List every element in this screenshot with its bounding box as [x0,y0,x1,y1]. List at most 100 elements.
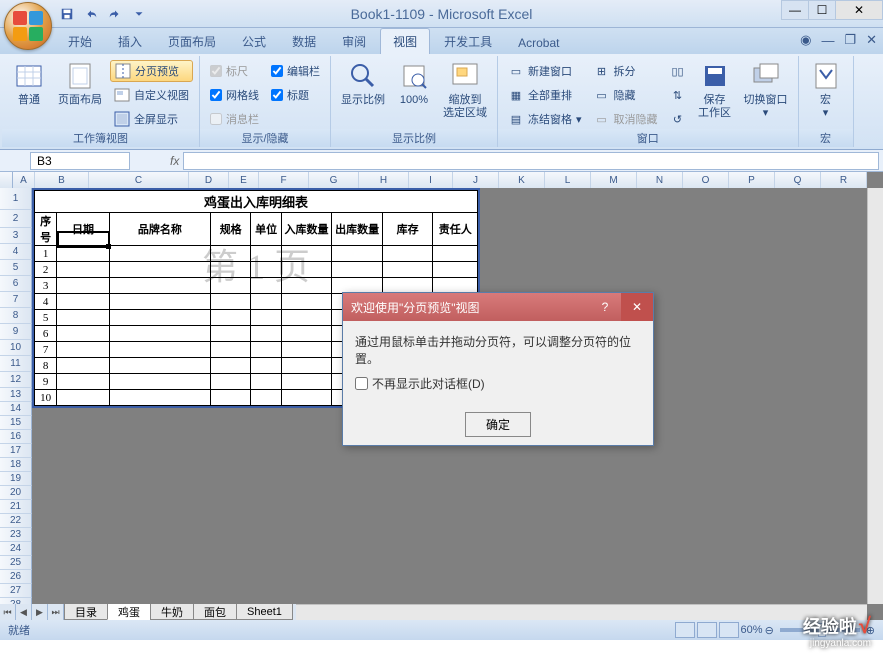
row-header-6[interactable]: 6 [0,276,32,292]
close-button[interactable]: ✕ [835,0,883,20]
cell[interactable] [281,262,332,278]
cell[interactable] [251,374,281,390]
tab-nav-prev[interactable]: ◀ [16,604,32,620]
col-header-I[interactable]: I [409,172,453,188]
cell[interactable] [382,246,433,262]
gridlines-checkbox[interactable]: 网格线 [206,84,263,106]
dont-show-checkbox[interactable]: 不再显示此对话框(D) [355,375,641,392]
col-header-L[interactable]: L [545,172,591,188]
doc-restore-icon[interactable]: ❐ [844,32,856,48]
freeze-panes-button[interactable]: ▤冻结窗格 ▾ [504,108,586,130]
zoom-out-button[interactable]: ⊖ [765,624,774,637]
row-header-20[interactable]: 20 [0,486,32,500]
tab-developer[interactable]: 开发工具 [432,29,504,54]
cell[interactable] [433,246,478,262]
cell[interactable] [251,326,281,342]
cell-seq[interactable]: 8 [35,358,57,374]
row-header-19[interactable]: 19 [0,472,32,486]
headings-checkbox[interactable]: 标题 [267,84,324,106]
zoom-button[interactable]: 显示比例 [337,58,389,109]
col-header-Q[interactable]: Q [775,172,821,188]
cell[interactable] [332,246,383,262]
cell[interactable] [109,310,210,326]
cell[interactable] [281,326,332,342]
cell[interactable] [281,310,332,326]
cell[interactable] [382,262,433,278]
dialog-ok-button[interactable]: 确定 [465,412,531,437]
office-button[interactable] [4,2,52,50]
cell[interactable] [251,262,281,278]
normal-view-button[interactable]: 普通 [8,58,50,109]
row-header-22[interactable]: 22 [0,514,32,528]
cell-seq[interactable]: 7 [35,342,57,358]
cell[interactable] [210,278,250,294]
row-header-17[interactable]: 17 [0,444,32,458]
hide-button[interactable]: ▭隐藏 [590,84,662,106]
cell[interactable] [210,246,250,262]
row-header-10[interactable]: 10 [0,340,32,356]
tab-data[interactable]: 数据 [280,29,328,54]
row-header-25[interactable]: 25 [0,556,32,570]
col-header-C[interactable]: C [89,172,189,188]
zoom-100-button[interactable]: 100% [393,58,435,109]
cell[interactable] [433,262,478,278]
tab-view[interactable]: 视图 [380,28,430,54]
switch-windows-button[interactable]: 切换窗口▾ [740,58,792,122]
cell[interactable] [210,310,250,326]
col-header-G[interactable]: G [309,172,359,188]
row-header-1[interactable]: 1 [0,188,32,210]
col-header-A[interactable]: A [13,172,35,188]
row-header-24[interactable]: 24 [0,542,32,556]
formula-bar-checkbox[interactable]: 编辑栏 [267,60,324,82]
cell[interactable] [210,374,250,390]
tab-nav-last[interactable]: ⏭ [48,604,64,620]
cell[interactable] [210,390,250,406]
tab-acrobat[interactable]: Acrobat [506,32,571,54]
cell-seq[interactable]: 1 [35,246,57,262]
cell[interactable] [57,310,110,326]
cell[interactable] [210,342,250,358]
col-header-H[interactable]: H [359,172,409,188]
cell[interactable] [251,278,281,294]
row-header-3[interactable]: 3 [0,228,32,244]
cell[interactable] [251,310,281,326]
col-header-J[interactable]: J [453,172,499,188]
cell[interactable] [57,278,110,294]
cell[interactable] [57,246,110,262]
row-header-26[interactable]: 26 [0,570,32,584]
col-header-P[interactable]: P [729,172,775,188]
undo-icon[interactable] [80,3,102,25]
view-side-2[interactable]: ⇅ [666,84,690,106]
col-header-E[interactable]: E [229,172,259,188]
cell-seq[interactable]: 10 [35,390,57,406]
doc-minimize-icon[interactable]: — [821,33,834,48]
name-box[interactable]: B3 [30,152,130,170]
cell[interactable] [210,326,250,342]
cell-seq[interactable]: 5 [35,310,57,326]
row-header-8[interactable]: 8 [0,308,32,324]
view-side-1[interactable]: ▯▯ [666,60,690,82]
qat-dropdown-icon[interactable] [128,3,150,25]
dialog-help-button[interactable]: ? [589,293,621,321]
normal-view-icon-status[interactable] [675,622,695,638]
page-layout-view-button[interactable]: 页面布局 [54,58,106,109]
cell[interactable] [281,358,332,374]
new-window-button[interactable]: ▭新建窗口 [504,60,586,82]
cell[interactable] [109,294,210,310]
split-button[interactable]: ⊞拆分 [590,60,662,82]
tab-page-layout[interactable]: 页面布局 [156,29,228,54]
cell[interactable] [281,374,332,390]
arrange-all-button[interactable]: ▦全部重排 [504,84,586,106]
row-header-12[interactable]: 12 [0,372,32,388]
row-header-13[interactable]: 13 [0,388,32,402]
page-break-icon-status[interactable] [719,622,739,638]
tab-review[interactable]: 审阅 [330,29,378,54]
dialog-title-bar[interactable]: 欢迎使用"分页预览"视图 ? ✕ [343,293,653,321]
tab-formulas[interactable]: 公式 [230,29,278,54]
cell[interactable] [251,294,281,310]
macros-button[interactable]: 宏▾ [805,58,847,122]
row-header-7[interactable]: 7 [0,292,32,308]
help-icon[interactable]: ◉ [800,32,811,48]
col-header-B[interactable]: B [35,172,89,188]
tab-insert[interactable]: 插入 [106,29,154,54]
